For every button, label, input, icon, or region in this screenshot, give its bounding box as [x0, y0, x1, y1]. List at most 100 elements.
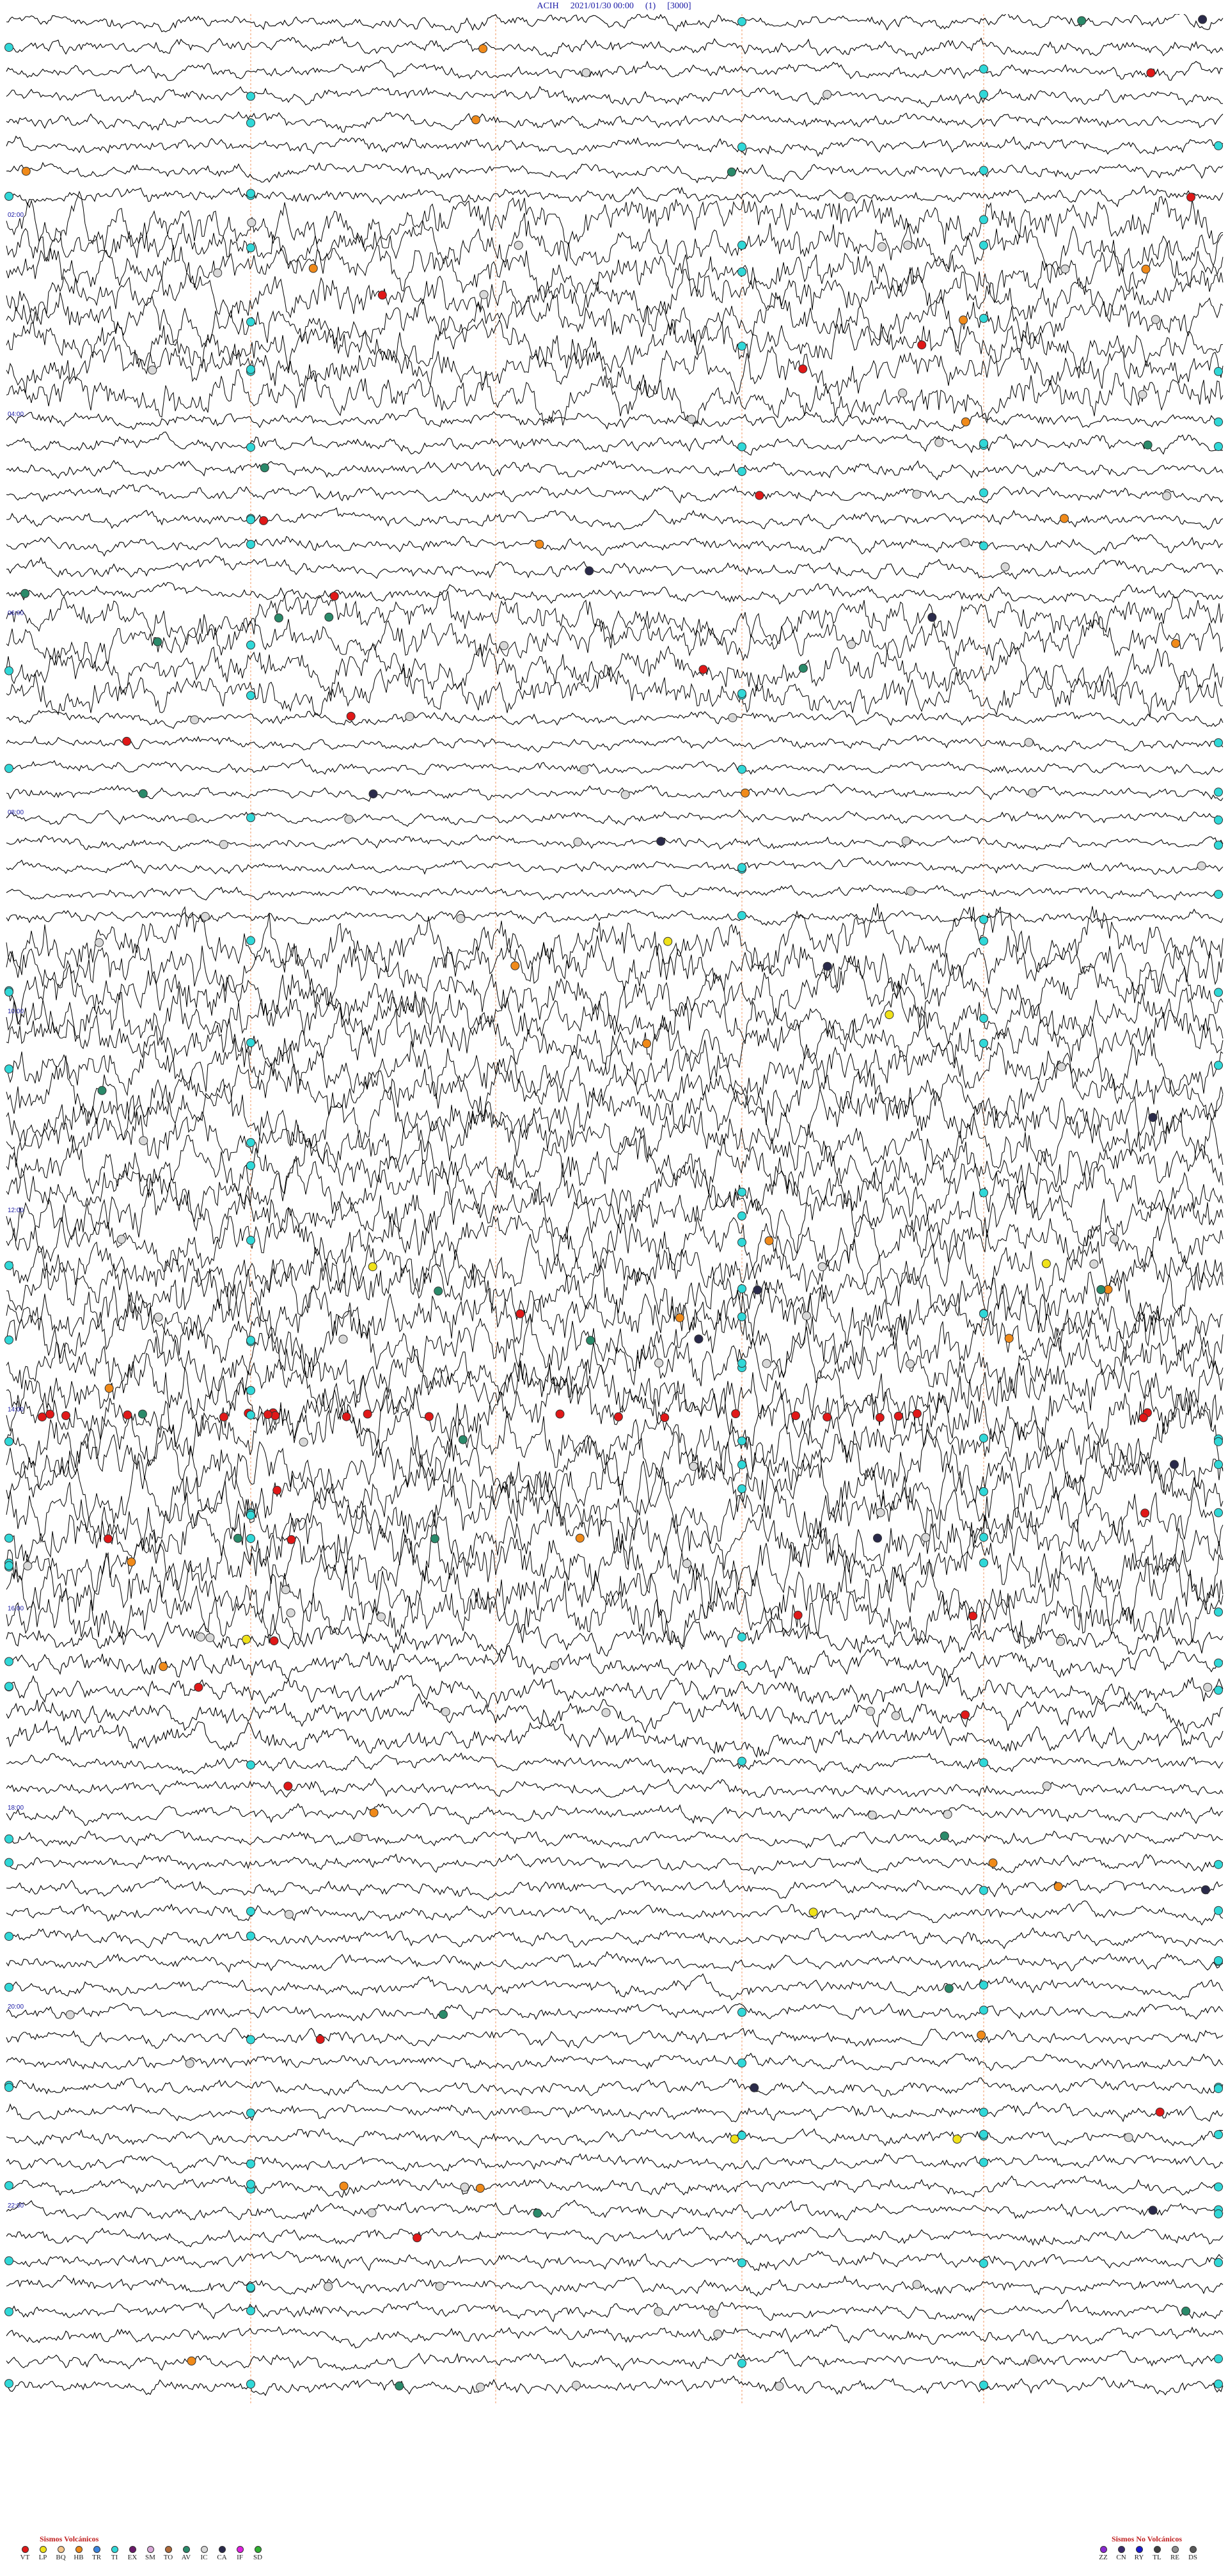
event-marker-ti: [1214, 988, 1223, 997]
event-marker-vt: [1186, 193, 1195, 202]
event-marker-ti: [4, 1335, 13, 1345]
event-marker-lp: [368, 1262, 377, 1272]
legend-code: TR: [91, 2554, 102, 2561]
legend-code: RE: [1170, 2554, 1180, 2561]
helicorder-plot: 02:00 04:00 06:00 08:00 10:00 12:00 14:00 16:00…: [4, 14, 1224, 2403]
event-marker-ti: [4, 987, 13, 997]
legend-code: BQ: [56, 2554, 66, 2561]
trace-row: [6, 1550, 1224, 1626]
event-marker-ti: [246, 2282, 255, 2292]
event-marker-vt: [823, 1412, 832, 1422]
event-marker-ti: [979, 915, 988, 924]
event-marker-vt: [424, 1412, 434, 1421]
event-marker-ti: [1214, 1658, 1223, 1668]
trace-row: [6, 783, 1224, 802]
legend-item-tl: TL: [1150, 2546, 1164, 2561]
legend-item-ds: DS: [1186, 2546, 1200, 2561]
hour-label: 02:00: [8, 212, 24, 219]
event-marker-ti: [1214, 1860, 1223, 1869]
event-marker-ti: [979, 2380, 988, 2390]
event-marker-lp: [808, 1908, 818, 1917]
event-marker-ti: [1214, 841, 1223, 850]
event-marker-ti: [979, 64, 988, 74]
trace-row: [6, 834, 1224, 851]
nonvolcanic-legend: ZZ CN RY TL RE DS: [1096, 2546, 1200, 2561]
event-marker-hb: [104, 1384, 114, 1393]
event-marker-ti: [737, 241, 746, 250]
trace-row: [6, 735, 1224, 753]
minute-markers: [250, 14, 984, 2403]
event-marker-hb: [478, 44, 488, 54]
legend-swatch: [1189, 2546, 1197, 2553]
event-marker-ic: [441, 1707, 450, 1716]
event-marker-ti: [979, 1188, 988, 1197]
legend-code: SD: [253, 2554, 263, 2561]
event-marker-ic: [601, 1708, 611, 1718]
trace-row: [6, 2175, 1224, 2198]
event-marker-ti: [737, 442, 746, 452]
legend-swatch: [75, 2546, 83, 2553]
event-marker-ic: [205, 1633, 215, 1643]
event-marker-ic: [456, 913, 466, 923]
event-marker-hb: [741, 788, 750, 798]
hour-label: 08:00: [8, 809, 24, 816]
legend-swatch: [146, 2546, 154, 2553]
trace-row: [6, 2324, 1224, 2349]
event-marker-ic: [934, 438, 944, 447]
event-marker-ic: [1110, 1234, 1119, 1244]
event-marker-ca: [1170, 1460, 1179, 1469]
event-marker-ti: [246, 2380, 255, 2389]
event-marker-vt: [122, 736, 132, 746]
event-marker-av: [727, 167, 736, 177]
trace-row: [6, 1645, 1224, 1680]
event-marker-ic: [1138, 390, 1147, 399]
event-marker-av: [153, 637, 162, 647]
event-marker-ti: [4, 2256, 13, 2266]
event-marker-ca: [873, 1533, 882, 1543]
trace-row: [6, 14, 1224, 33]
event-marker-ti: [979, 241, 988, 250]
event-marker-vt: [194, 1682, 203, 1692]
event-marker-ti: [246, 2179, 255, 2189]
event-marker-vt: [263, 1410, 272, 1419]
event-marker-ic: [550, 1661, 559, 1670]
event-marker-ti: [979, 166, 988, 175]
trace-row: [6, 407, 1224, 432]
legend-code: RY: [1134, 2554, 1144, 2561]
event-marker-ti: [979, 2130, 988, 2139]
trace-row: [6, 292, 1224, 349]
legend-code: ZZ: [1099, 2554, 1108, 2561]
trace-row: [6, 2128, 1224, 2149]
legend-code: CA: [217, 2554, 227, 2561]
event-marker-ic: [479, 290, 489, 299]
legend-swatch: [57, 2546, 65, 2553]
event-marker-ti: [1214, 141, 1223, 150]
event-marker-ic: [190, 715, 200, 725]
event-marker-hb: [127, 1557, 136, 1567]
event-marker-ic: [682, 1559, 691, 1569]
event-marker-ca: [585, 566, 594, 576]
event-marker-ic: [1162, 491, 1172, 501]
event-marker-ic: [912, 2280, 922, 2289]
event-marker-ti: [1214, 442, 1223, 451]
event-marker-ic: [654, 2307, 663, 2316]
event-marker-ti: [4, 764, 13, 773]
event-marker-ti: [246, 189, 255, 198]
event-marker-ca: [656, 837, 666, 846]
nonvolcanic-legend-title: Sismos No Volcánicos: [1112, 2534, 1183, 2543]
event-marker-ti: [246, 1907, 255, 1916]
event-marker-vt: [731, 1409, 741, 1418]
event-marker-ic: [499, 641, 508, 651]
event-marker-ti: [737, 1284, 746, 1293]
event-marker-hb: [642, 1039, 651, 1048]
event-marker-ic: [906, 887, 915, 896]
event-marker-ti: [1214, 1508, 1223, 1517]
event-marker-ti: [1214, 2354, 1223, 2364]
event-marker-hb: [988, 1858, 998, 1868]
legend-item-ry: RY: [1132, 2546, 1146, 2561]
event-marker-ic: [572, 2380, 581, 2390]
trace-row: [6, 1200, 1224, 1279]
channel-label: (1): [645, 1, 656, 11]
hour-label: 14:00: [8, 1406, 24, 1413]
event-marker-vt: [875, 1413, 885, 1422]
